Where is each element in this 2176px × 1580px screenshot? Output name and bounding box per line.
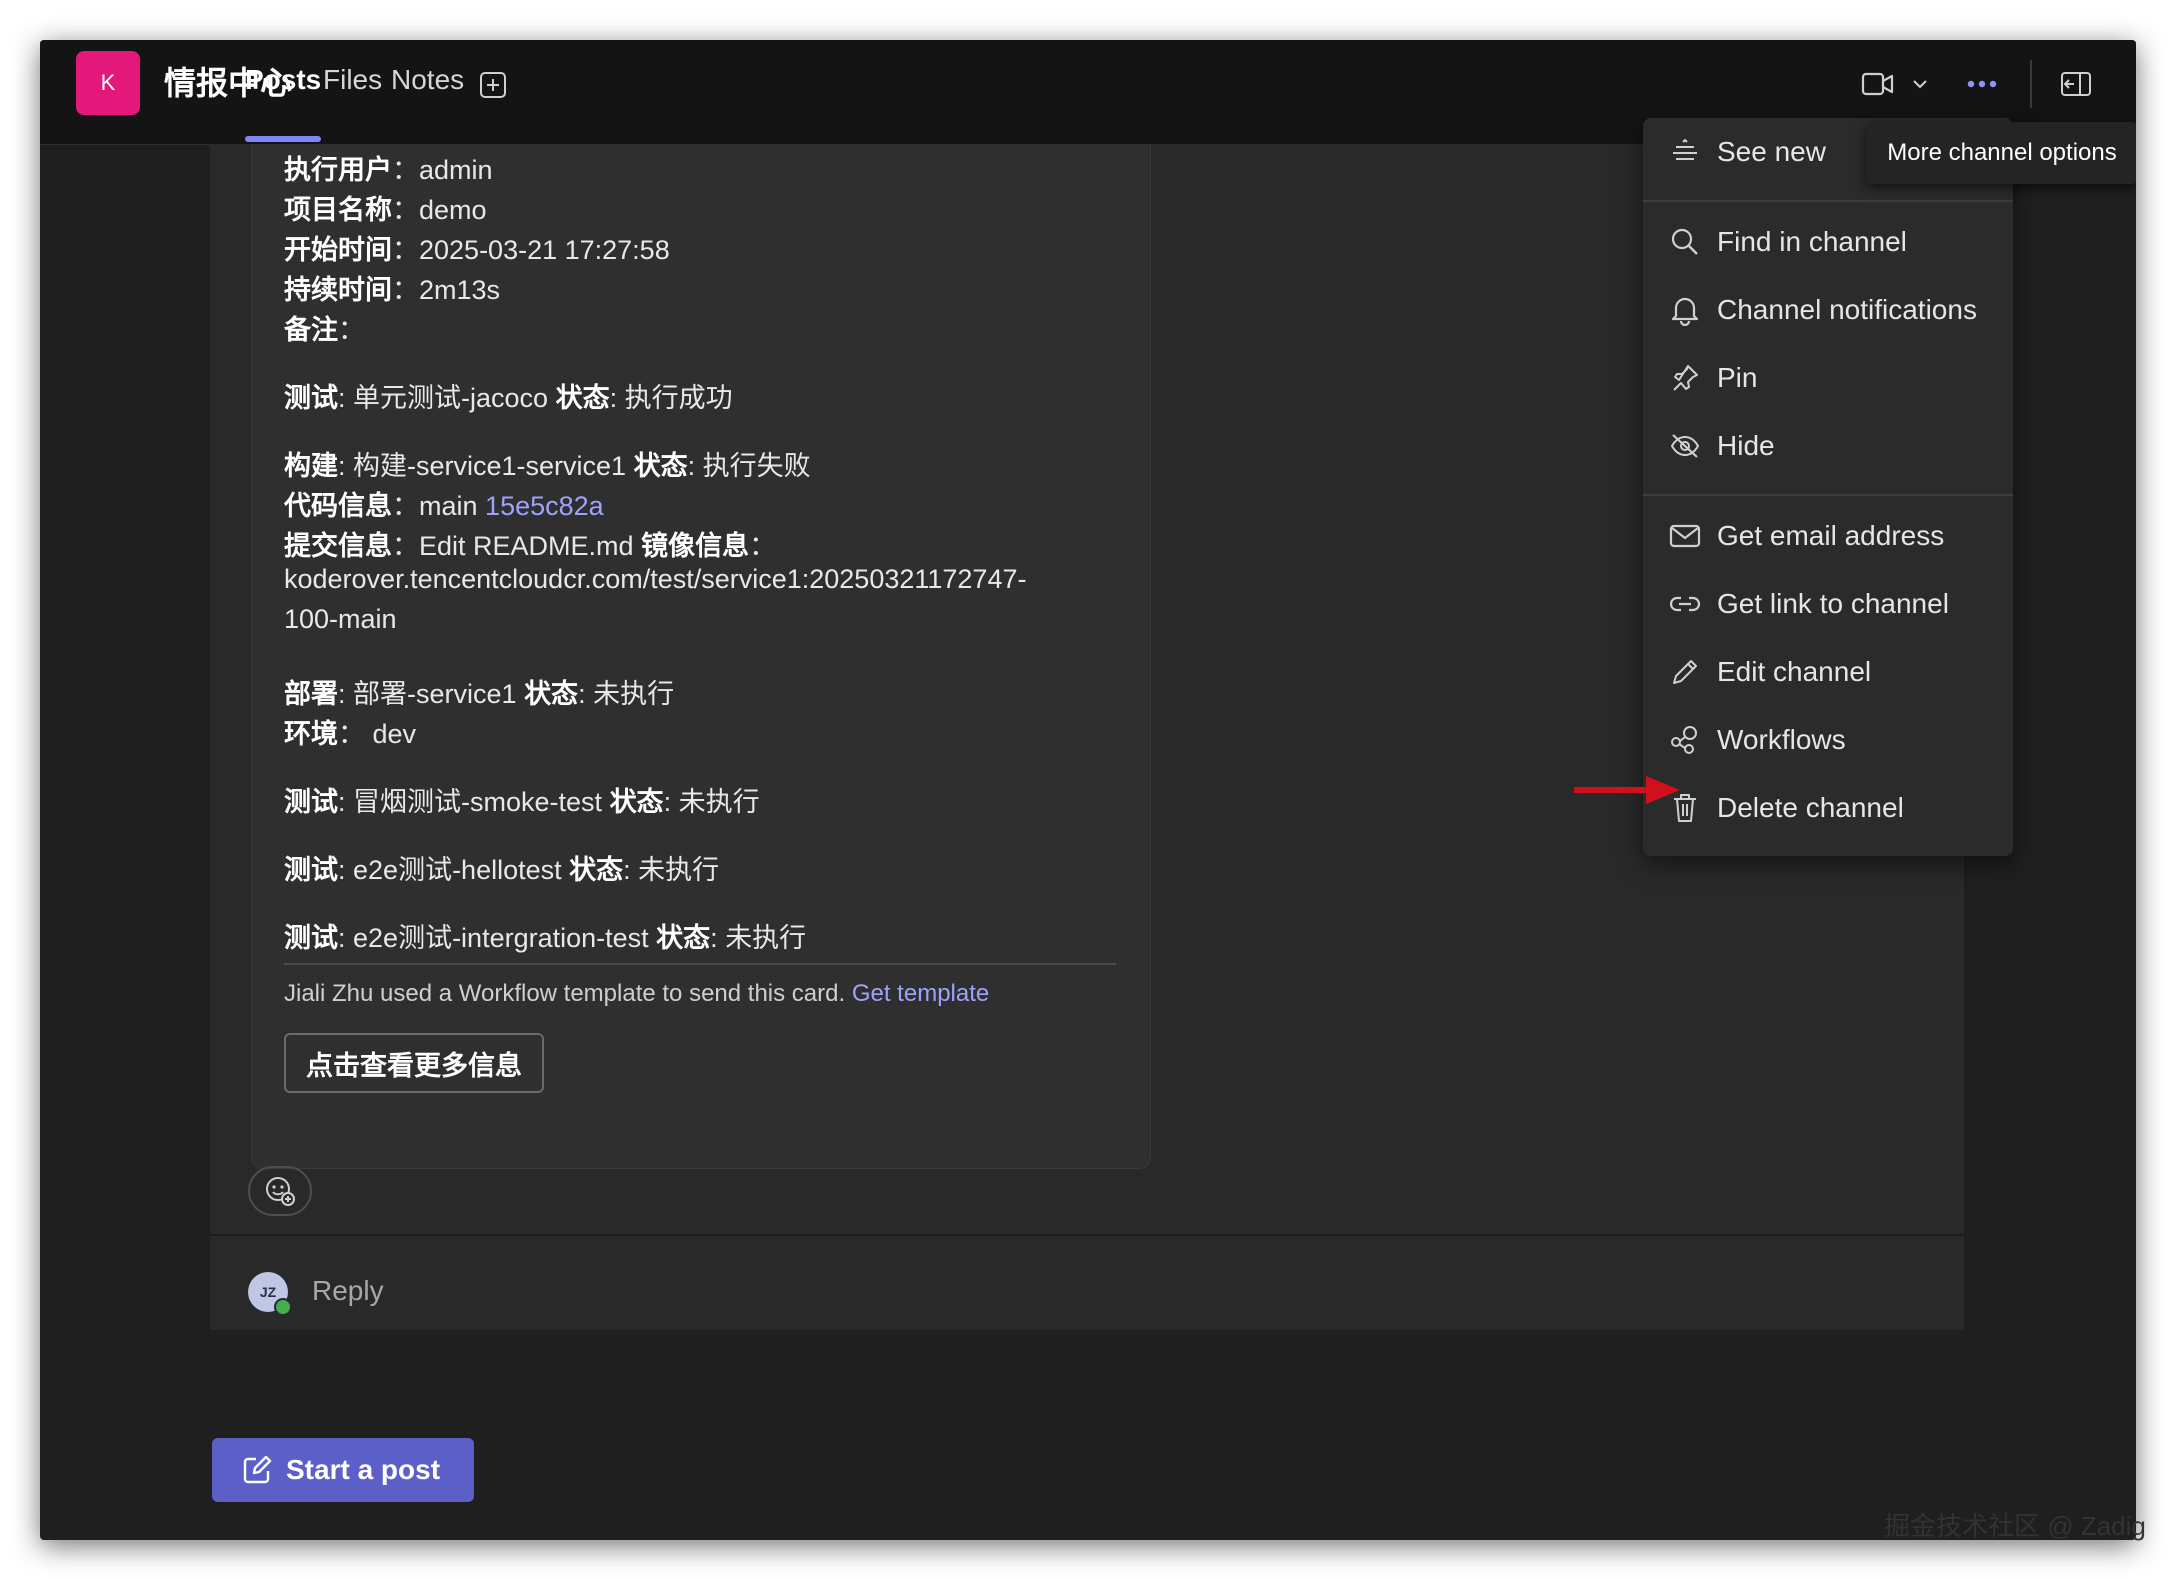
bell-icon <box>1667 292 1703 328</box>
menu-item-label: Edit channel <box>1717 656 1872 687</box>
menu-item-label: See new <box>1717 136 1826 167</box>
open-panel-icon[interactable] <box>2058 68 2094 100</box>
chevron-down-icon[interactable] <box>1910 74 1930 94</box>
emoji-add-icon <box>266 1177 295 1206</box>
card-divider <box>284 963 1116 965</box>
workflow-icon <box>1667 722 1703 758</box>
channel-options-menu: See new Find in channel Channel notifica… <box>1643 118 2013 856</box>
eye-off-icon <box>1667 428 1703 464</box>
menu-divider <box>1643 200 2013 202</box>
start-post-label: Start a post <box>286 1454 441 1485</box>
card-duration-line: 持续时间：2m13s <box>284 275 501 305</box>
menu-item-channel-notifications[interactable]: Channel notifications <box>1643 278 2013 342</box>
tab-posts[interactable]: Posts <box>245 64 321 96</box>
commit-link[interactable]: 15e5c82a <box>485 491 604 521</box>
annotation-arrow <box>1574 776 1680 804</box>
compose-icon <box>243 1455 272 1484</box>
menu-item-hide[interactable]: Hide <box>1643 414 2013 478</box>
reply-input[interactable]: Reply <box>312 1275 384 1307</box>
card-env-line: 环境： dev <box>284 719 417 749</box>
menu-item-label: Pin <box>1717 362 1758 393</box>
header-divider <box>2030 60 2032 108</box>
menu-item-get-email-address[interactable]: Get email address <box>1643 504 2013 568</box>
menu-item-delete-channel[interactable]: Delete channel <box>1643 776 2013 840</box>
mail-icon <box>1667 518 1703 554</box>
card-test3-line: 测试: e2e测试-hellotest 状态: 未执行 <box>284 855 720 885</box>
menu-item-label: Get email address <box>1717 520 1945 551</box>
start-post-button[interactable]: Start a post <box>212 1438 474 1502</box>
menu-item-get-link[interactable]: Get link to channel <box>1643 572 2013 636</box>
card-test1-line: 测试: 单元测试-jacoco 状态: 执行成功 <box>284 383 733 413</box>
menu-item-label: Find in channel <box>1717 226 1907 257</box>
card-user-line: 执行用户：admin <box>284 155 493 185</box>
watermark: 掘金技术社区 @ Zadig <box>1884 1511 2146 1541</box>
menu-item-label: Channel notifications <box>1717 294 1977 325</box>
active-tab-indicator <box>245 136 321 142</box>
reply-divider <box>210 1234 1964 1236</box>
add-reaction-button[interactable] <box>248 1166 312 1216</box>
more-options-tooltip: More channel options <box>1866 122 2136 184</box>
menu-item-pin[interactable]: Pin <box>1643 346 2013 410</box>
sort-icon <box>1667 134 1703 170</box>
menu-divider <box>1643 494 2013 496</box>
teams-window: K 情报中心 Posts Files Notes 执行用户：admin 项目名称… <box>40 40 2136 1540</box>
pin-icon <box>1667 360 1703 396</box>
tab-files[interactable]: Files <box>323 64 382 96</box>
menu-item-edit-channel[interactable]: Edit channel <box>1643 640 2013 704</box>
menu-item-workflows[interactable]: Workflows <box>1643 708 2013 772</box>
menu-item-label: Delete channel <box>1717 792 1904 823</box>
presence-badge <box>274 1298 292 1316</box>
card-image-line1: koderover.tencentcloudcr.com/test/servic… <box>284 564 1027 594</box>
card-start-line: 开始时间：2025-03-21 17:27:58 <box>284 235 670 265</box>
menu-item-label: Workflows <box>1717 724 1846 755</box>
card-image-line2: 100-main <box>284 604 397 634</box>
pencil-icon <box>1667 654 1703 690</box>
tab-notes[interactable]: Notes <box>391 64 464 96</box>
menu-item-find-in-channel[interactable]: Find in channel <box>1643 210 2013 274</box>
add-tab-icon[interactable] <box>478 70 508 100</box>
card-code-line: 代码信息：main 15e5c82a <box>284 491 604 521</box>
card-deploy-line: 部署: 部署-service1 状态: 未执行 <box>284 679 675 709</box>
card-commit-line: 提交信息：Edit README.md 镜像信息： <box>284 531 777 561</box>
menu-item-label: Get link to channel <box>1717 588 1949 619</box>
get-template-link[interactable]: Get template <box>852 980 989 1007</box>
card-project-line: 项目名称：demo <box>284 195 487 225</box>
video-call-icon[interactable] <box>1860 68 1896 100</box>
card-note-line: 备注： <box>284 315 365 345</box>
search-icon <box>1667 224 1703 260</box>
more-options-icon[interactable] <box>1964 70 2000 98</box>
menu-item-label: Hide <box>1717 430 1775 461</box>
card-build-line: 构建: 构建-service1-service1 状态: 执行失败 <box>284 451 811 481</box>
card-test4-line: 测试: e2e测试-intergration-test 状态: 未执行 <box>284 923 807 953</box>
link-icon <box>1667 586 1703 622</box>
card-test2-line: 测试: 冒烟测试-smoke-test 状态: 未执行 <box>284 787 760 817</box>
team-avatar[interactable]: K <box>76 51 140 115</box>
card-footer-note: Jiali Zhu used a Workflow template to se… <box>284 980 990 1007</box>
more-info-button[interactable]: 点击查看更多信息 <box>284 1033 544 1093</box>
